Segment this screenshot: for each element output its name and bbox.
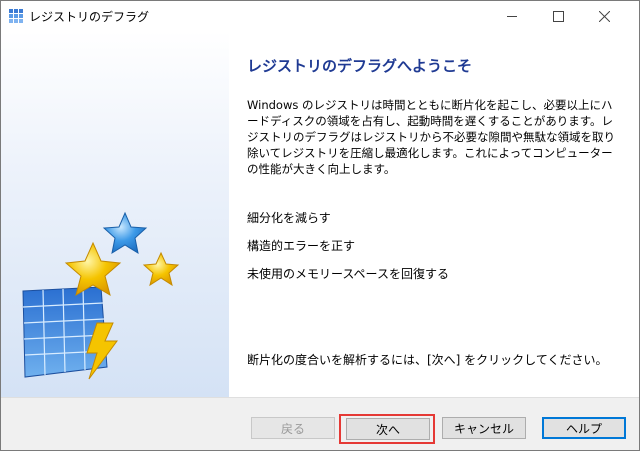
feature-item: 細分化を減らす bbox=[247, 211, 331, 225]
wizard-window: レジストリのデフラグ レジストリのデフラグへようこそ Windows のレジスト… bbox=[0, 0, 640, 451]
cancel-button[interactable]: キャンセル bbox=[442, 417, 526, 439]
minimize-button[interactable] bbox=[489, 1, 535, 31]
wizard-content: レジストリのデフラグへようこそ Windows のレジストリは時間とともに断片化… bbox=[229, 31, 639, 397]
title-bar: レジストリのデフラグ bbox=[1, 1, 639, 31]
feature-item: 未使用のメモリースペースを回復する bbox=[247, 267, 449, 281]
page-title: レジストリのデフラグへようこそ bbox=[247, 57, 473, 75]
registry-defrag-illustration bbox=[22, 211, 180, 380]
registry-app-icon bbox=[9, 9, 23, 23]
back-button[interactable]: 戻る bbox=[251, 417, 335, 439]
description-text: Windows のレジストリは時間とともに断片化を起こし、必要以上にハードディス… bbox=[247, 98, 615, 176]
instruction-text: 断片化の度合いを解析するには、[次へ] をクリックしてください。 bbox=[247, 353, 608, 367]
blue-star-icon bbox=[102, 211, 148, 255]
maximize-icon bbox=[552, 10, 564, 22]
help-button[interactable]: ヘルプ bbox=[542, 417, 626, 439]
minimize-icon bbox=[507, 15, 517, 17]
window-title: レジストリのデフラグ bbox=[29, 10, 150, 24]
small-star-icon bbox=[142, 251, 180, 287]
maximize-button[interactable] bbox=[535, 1, 581, 31]
close-icon bbox=[598, 10, 610, 22]
feature-item: 構造的エラーを正す bbox=[247, 239, 356, 253]
wizard-sidebar bbox=[1, 31, 229, 397]
next-button[interactable]: 次へ bbox=[346, 418, 430, 440]
button-bar: 戻る 次へ キャンセル ヘルプ bbox=[1, 397, 639, 450]
close-button[interactable] bbox=[581, 1, 627, 31]
